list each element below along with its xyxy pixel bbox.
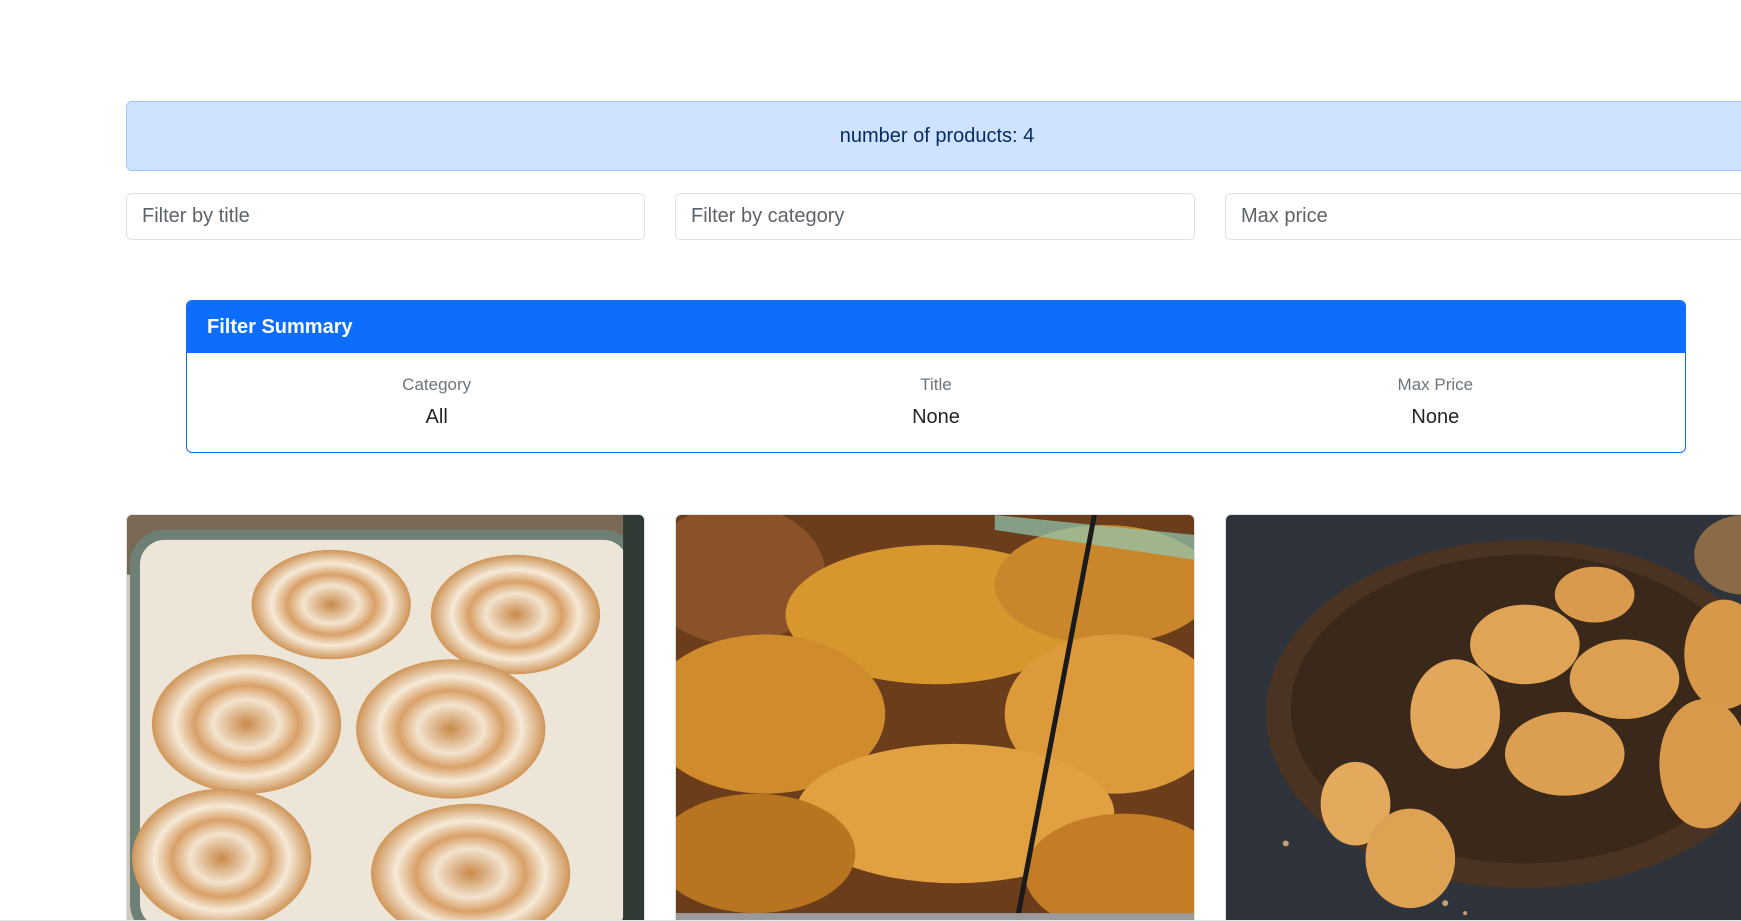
filter-summary-card: Filter Summary Category All Title None M… (186, 300, 1686, 453)
summary-category-label: Category (402, 375, 472, 394)
summary-title-value: None (912, 406, 960, 428)
summary-category: Category All (187, 353, 686, 452)
summary-max-price: Max Price None (1186, 353, 1685, 452)
product-card[interactable] (675, 514, 1195, 921)
cinnamon-rolls-image (127, 515, 644, 921)
summary-max-price-label: Max Price (1397, 375, 1474, 394)
filter-category-input[interactable] (675, 193, 1195, 240)
filter-summary-header: Filter Summary (187, 301, 1685, 353)
product-count-text: number of products: 4 (839, 124, 1035, 147)
product-card[interactable] (1225, 514, 1741, 921)
max-price-input[interactable] (1225, 193, 1741, 240)
summary-title-label: Title (920, 375, 952, 394)
summary-category-value: All (425, 406, 448, 428)
summary-title: Title None (686, 353, 1185, 452)
madeleines-image (1226, 515, 1741, 921)
filter-summary-body: Category All Title None Max Price None (187, 353, 1685, 452)
summary-max-price-value: None (1411, 406, 1460, 428)
filter-title-input[interactable] (126, 193, 645, 240)
croissants-image (676, 515, 1194, 921)
page: number of products: 4 Filter Summary Cat… (0, 0, 1741, 921)
product-count-alert: number of products: 4 (126, 101, 1741, 171)
product-card[interactable] (126, 514, 645, 921)
